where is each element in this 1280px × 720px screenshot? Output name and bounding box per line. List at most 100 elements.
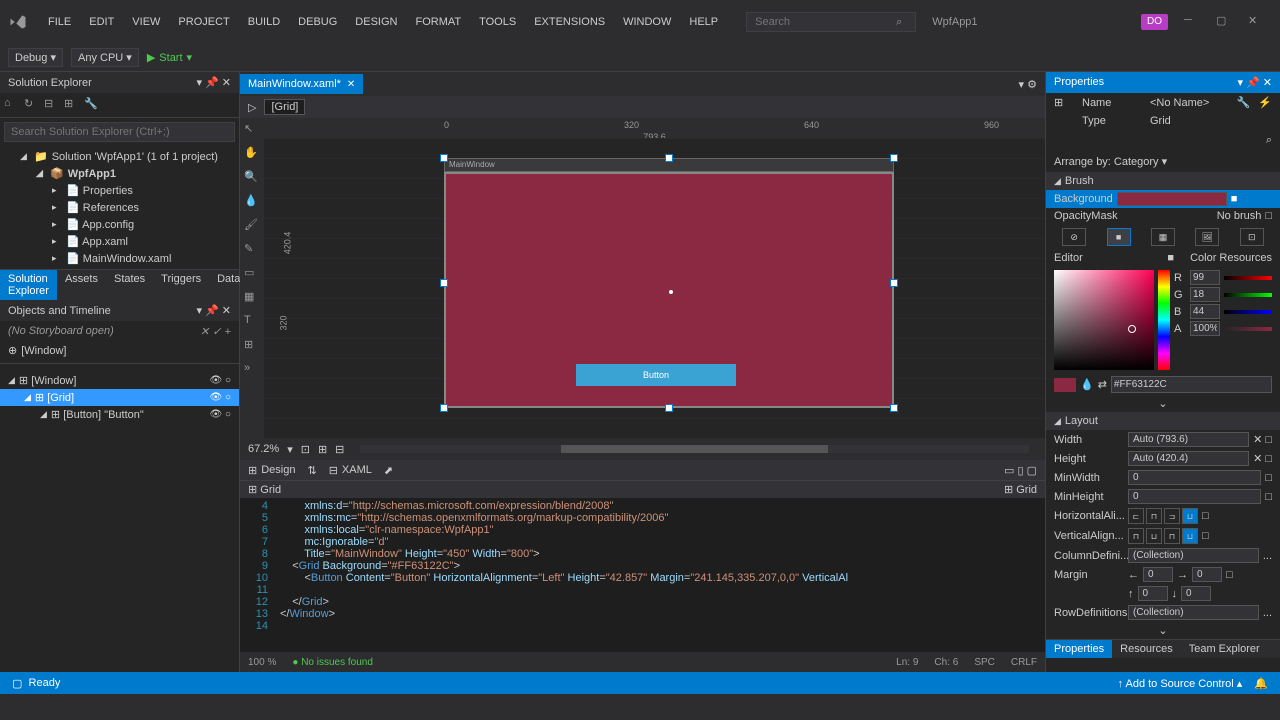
editor-tab[interactable]: Editor bbox=[1054, 252, 1083, 264]
grid-icon[interactable]: ⊞ bbox=[318, 443, 327, 456]
right-tab[interactable]: Resources bbox=[1112, 640, 1181, 658]
halign-right[interactable]: ⊐ bbox=[1164, 508, 1180, 524]
valign-top[interactable]: ⊓ bbox=[1128, 528, 1144, 544]
width-field[interactable]: Auto (793.6) bbox=[1128, 432, 1249, 447]
solution-node[interactable]: ◢📁 Solution 'WpfApp1' (1 of 1 project) bbox=[0, 148, 239, 165]
expand-brush-icon[interactable]: ⌄ bbox=[1046, 395, 1280, 412]
solution-item[interactable]: ▸📄 Properties bbox=[0, 182, 239, 199]
halign-center[interactable]: ⊓ bbox=[1146, 508, 1162, 524]
color-resources-tab[interactable]: Color Resources bbox=[1190, 252, 1272, 264]
pin-icon[interactable]: ▾ 📌 bbox=[196, 77, 218, 89]
split-icons[interactable]: ▭ ▯ ▢ bbox=[1004, 464, 1037, 477]
design-button[interactable]: Button bbox=[576, 364, 736, 386]
hex-input[interactable] bbox=[1111, 376, 1272, 393]
document-tab[interactable]: MainWindow.xaml*✕ bbox=[240, 74, 363, 94]
refresh-icon[interactable]: ↻ bbox=[24, 97, 40, 113]
valign-bottom[interactable]: ⊓ bbox=[1164, 528, 1180, 544]
rowdef-edit[interactable]: ... bbox=[1263, 607, 1272, 619]
a-input[interactable] bbox=[1190, 321, 1220, 336]
user-badge[interactable]: DO bbox=[1141, 14, 1168, 30]
name-field[interactable]: <No Name> bbox=[1150, 97, 1229, 109]
design-window[interactable]: MainWindow Button bbox=[444, 158, 894, 408]
coldef-edit[interactable]: ... bbox=[1263, 550, 1272, 562]
menu-help[interactable]: HELP bbox=[681, 12, 726, 32]
solution-item[interactable]: ▸📄 MainWindow.xaml bbox=[0, 250, 239, 267]
code-nav-right[interactable]: Grid bbox=[1016, 484, 1037, 496]
solution-item[interactable]: ▸📄 App.xaml bbox=[0, 233, 239, 250]
minheight-field[interactable]: 0 bbox=[1128, 489, 1261, 504]
b-input[interactable] bbox=[1190, 304, 1220, 319]
code-zoom[interactable]: 100 % bbox=[248, 657, 276, 668]
right-tab[interactable]: Team Explorer bbox=[1181, 640, 1268, 658]
g-input[interactable] bbox=[1190, 287, 1220, 302]
doc-options-icon[interactable]: ▾ ⚙ bbox=[1019, 78, 1037, 91]
margin-top[interactable]: 0 bbox=[1138, 586, 1168, 601]
wrench-icon[interactable]: 🔧 bbox=[1237, 96, 1251, 109]
solid-icon[interactable]: ■ bbox=[1107, 228, 1131, 246]
menu-format[interactable]: FORMAT bbox=[407, 12, 469, 32]
r-input[interactable] bbox=[1190, 270, 1220, 285]
hue-slider[interactable] bbox=[1158, 270, 1170, 370]
background-brush[interactable]: Background ■ bbox=[1046, 190, 1280, 208]
code-nav-left[interactable]: Grid bbox=[260, 484, 281, 496]
layout-tool-icon[interactable]: ▦ bbox=[244, 290, 260, 306]
solution-item[interactable]: ▸📄 App.config bbox=[0, 216, 239, 233]
pen-tool-icon[interactable]: ✎ bbox=[244, 242, 260, 258]
snap-icon[interactable]: ⊟ bbox=[335, 443, 344, 456]
home-icon[interactable]: ⌂ bbox=[4, 97, 20, 113]
brush-section[interactable]: ◢ Brush bbox=[1046, 172, 1280, 190]
halign-stretch[interactable]: ⊔ bbox=[1182, 508, 1198, 524]
popout-icon[interactable]: ⬈ bbox=[384, 464, 393, 477]
margin-right[interactable]: 0 bbox=[1192, 567, 1222, 582]
panel-tab[interactable]: Triggers bbox=[153, 270, 209, 300]
menu-design[interactable]: DESIGN bbox=[347, 12, 405, 32]
maximize-button[interactable]: ▢ bbox=[1216, 14, 1232, 30]
gradient-icon[interactable]: ▦ bbox=[1151, 228, 1175, 246]
close-button[interactable]: ✕ bbox=[1248, 14, 1264, 30]
spaces-indicator[interactable]: SPC bbox=[974, 657, 995, 668]
margin-left[interactable]: 0 bbox=[1143, 567, 1173, 582]
swap-color-icon[interactable]: ⇄ bbox=[1098, 378, 1107, 391]
project-node[interactable]: ◢📦 WpfApp1 bbox=[0, 165, 239, 182]
nobrush-icon[interactable]: ⊘ bbox=[1062, 228, 1086, 246]
menu-view[interactable]: VIEW bbox=[124, 12, 168, 32]
menu-project[interactable]: PROJECT bbox=[170, 12, 237, 32]
global-search-input[interactable] bbox=[746, 12, 916, 32]
rowdef-field[interactable]: (Collection) bbox=[1128, 605, 1259, 620]
menu-debug[interactable]: DEBUG bbox=[290, 12, 345, 32]
notifications-icon[interactable]: 🔔 bbox=[1254, 677, 1268, 690]
fit-icon[interactable]: ⊡ bbox=[301, 443, 310, 456]
show-all-icon[interactable]: ⊞ bbox=[64, 97, 80, 113]
close-panel-icon[interactable]: ✕ bbox=[222, 77, 231, 89]
breadcrumb-element[interactable]: [Grid] bbox=[264, 99, 305, 115]
eyedropper-btn[interactable]: 💧 bbox=[1080, 378, 1094, 391]
brush-tool-icon[interactable]: 🖌 bbox=[244, 218, 260, 234]
tile-icon[interactable]: 🖼 bbox=[1195, 228, 1219, 246]
zoom-level[interactable]: 67.2% bbox=[248, 443, 279, 455]
xaml-view-button[interactable]: ⊟ XAML bbox=[329, 464, 372, 477]
properties-icon[interactable]: 🔧 bbox=[84, 97, 100, 113]
menu-file[interactable]: FILE bbox=[40, 12, 79, 32]
coldef-field[interactable]: (Collection) bbox=[1128, 548, 1259, 563]
design-view-button[interactable]: ⊞ Design bbox=[248, 464, 295, 477]
opacitymask-brush[interactable]: OpacityMask No brush □ bbox=[1046, 208, 1280, 224]
timeline-item[interactable]: ◢ ⊞ [Button] "Button"👁 ○ bbox=[0, 406, 239, 423]
close-tab-icon[interactable]: ✕ bbox=[347, 79, 355, 90]
panel-tab[interactable]: States bbox=[106, 270, 153, 300]
timeline-root[interactable]: ⊕ [Window] bbox=[0, 342, 239, 359]
menu-tools[interactable]: TOOLS bbox=[471, 12, 524, 32]
design-grid[interactable]: Button bbox=[444, 172, 894, 408]
swap-view-button[interactable]: ⇅ bbox=[307, 464, 316, 477]
timeline-item[interactable]: ◢ ⊞ [Grid]👁 ○ bbox=[0, 389, 239, 406]
layout-section[interactable]: ◢ Layout bbox=[1046, 412, 1280, 430]
prop-search-icon[interactable]: ⌕ bbox=[1266, 134, 1272, 146]
expand-layout-icon[interactable]: ⌄ bbox=[1046, 622, 1280, 639]
config-dropdown[interactable]: Debug ▾ bbox=[8, 48, 63, 67]
right-tab[interactable]: Properties bbox=[1046, 640, 1112, 658]
margin-bottom[interactable]: 0 bbox=[1181, 586, 1211, 601]
pointer-icon[interactable]: ▷ bbox=[248, 101, 256, 114]
arrange-by[interactable]: Arrange by: Category ▾ bbox=[1046, 151, 1280, 172]
lineending-indicator[interactable]: CRLF bbox=[1011, 657, 1037, 668]
text-tool-icon[interactable]: T bbox=[244, 314, 260, 330]
menu-build[interactable]: BUILD bbox=[240, 12, 288, 32]
